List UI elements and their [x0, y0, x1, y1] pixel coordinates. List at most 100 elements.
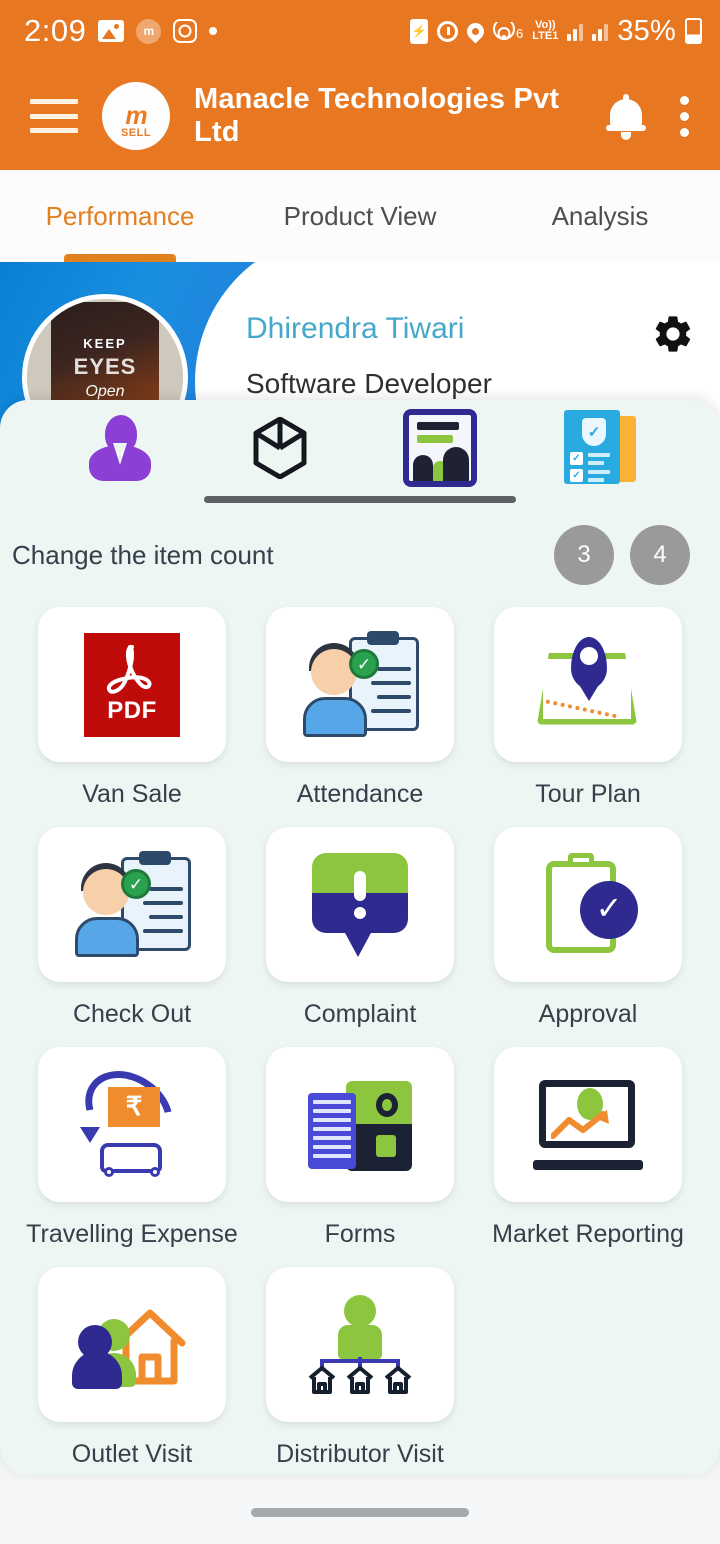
- laptop-chart-icon: [533, 1079, 643, 1170]
- app-tile-card: PDF: [38, 607, 226, 762]
- app-tile-check-out[interactable]: ✓ Check Out: [18, 827, 246, 1029]
- item-count-label: Change the item count: [12, 539, 274, 570]
- app-tile-card: [494, 1047, 682, 1202]
- id-card-people-icon: [403, 409, 477, 487]
- signal-bars-2-icon: [592, 21, 609, 41]
- app-tile-label: Attendance: [296, 780, 424, 808]
- app-tile-van-sale[interactable]: PDF Van Sale: [18, 607, 246, 809]
- app-tile-label: Tour Plan: [535, 780, 641, 808]
- profile-role: Software Developer: [246, 368, 492, 399]
- status-time: 2:09: [24, 13, 87, 48]
- signal-bars-icon: [567, 21, 584, 41]
- tab-product-view[interactable]: Product View: [240, 170, 480, 262]
- volte-bottom-label: LTE1: [532, 30, 559, 42]
- volte-icon: Vo)) LTE1: [532, 20, 558, 42]
- app-tile-card: [494, 607, 682, 762]
- app-tile-tour-plan[interactable]: Tour Plan: [474, 607, 702, 809]
- avatar-poster-line1: KEEP: [83, 335, 127, 351]
- category-tasks[interactable]: ✓ ✓ ✓: [520, 410, 680, 486]
- map-pin-icon: [533, 636, 643, 733]
- category-row: ✓ ✓ ✓: [0, 400, 720, 496]
- pdf-icon: PDF: [84, 632, 180, 737]
- app-tile-card: [266, 827, 454, 982]
- app-grid: PDF Van Sale ✓ Attendance Tour Plan ✓ Ch…: [0, 585, 720, 1469]
- tab-performance[interactable]: Performance: [0, 170, 240, 262]
- app-tile-label: Distributor Visit: [276, 1440, 444, 1468]
- app-tile-approval[interactable]: ✓ Approval: [474, 827, 702, 1029]
- app-tile-label: Complaint: [303, 1000, 417, 1028]
- approval-clipboard-check-icon: ✓: [538, 852, 638, 957]
- app-bar: m SELL Manacle Technologies Pvt Ltd: [0, 62, 720, 170]
- wifi-generation-label: 6: [516, 26, 524, 41]
- android-nav-bar: [0, 1480, 720, 1544]
- app-tile-label: Travelling Expense: [26, 1220, 238, 1248]
- tab-analysis[interactable]: Analysis: [480, 170, 720, 262]
- home-gesture-pill[interactable]: [251, 1507, 469, 1517]
- complaint-bubble-icon: [312, 852, 408, 957]
- app-tile-label: Market Reporting: [492, 1220, 684, 1248]
- avatar-poster-line3: Open: [85, 382, 125, 400]
- attendance-person-clipboard-icon: ✓: [301, 630, 419, 737]
- app-tile-label: Forms: [324, 1220, 396, 1248]
- item-count-row: Change the item count 3 4: [0, 503, 720, 585]
- app-tile-card: ✓: [266, 607, 454, 762]
- app-tile-forms[interactable]: Forms: [246, 1047, 474, 1249]
- app-tile-card: [266, 1047, 454, 1202]
- tab-bar: Performance Product View Analysis: [0, 170, 720, 262]
- item-count-option-3[interactable]: 3: [554, 525, 614, 585]
- kebab-menu-icon[interactable]: [680, 95, 690, 137]
- app-tile-card: [38, 1267, 226, 1422]
- category-product[interactable]: [200, 416, 360, 480]
- cube-icon: [252, 416, 308, 480]
- logo-mark-label: m: [125, 102, 147, 130]
- bell-icon[interactable]: [606, 94, 646, 140]
- pdf-label: PDF: [107, 696, 157, 724]
- profile-name: Dhirendra Tiwari: [246, 312, 465, 345]
- app-tile-attendance[interactable]: ✓ Attendance: [246, 607, 474, 809]
- item-count-option-4[interactable]: 4: [630, 525, 690, 585]
- hamburger-menu-icon[interactable]: [30, 99, 78, 133]
- bottom-sheet: ✓ ✓ ✓ Change the item count 3 4 PDF Van S…: [0, 400, 720, 1475]
- distributor-hierarchy-icon: [306, 1294, 414, 1395]
- app-tile-complaint[interactable]: Complaint: [246, 827, 474, 1029]
- app-tile-card: ✓: [38, 827, 226, 982]
- gear-icon[interactable]: [651, 312, 695, 356]
- app-tile-distributor-visit[interactable]: Distributor Visit: [246, 1267, 474, 1469]
- battery-percent-label: 35%: [617, 14, 676, 47]
- app-tile-outlet-visit[interactable]: Outlet Visit: [18, 1267, 246, 1469]
- person-icon: [89, 415, 151, 481]
- app-tile-card: [266, 1267, 454, 1422]
- drag-handle[interactable]: [204, 496, 516, 503]
- checklist-document-icon: ✓ ✓ ✓: [564, 410, 636, 486]
- photos-icon: [98, 20, 125, 42]
- category-person[interactable]: [40, 415, 200, 481]
- app-tile-travelling-expense[interactable]: ₹ Travelling Expense: [18, 1047, 246, 1249]
- person-house-icon: [72, 1297, 188, 1393]
- app-tile-label: Check Out: [72, 1000, 192, 1028]
- alarm-icon: [437, 20, 459, 42]
- app-tile-label: Outlet Visit: [71, 1440, 193, 1468]
- app-tile-card: ✓: [494, 827, 682, 982]
- status-bar-left: 2:09 m: [24, 13, 410, 49]
- logo-sub-label: SELL: [120, 127, 152, 139]
- battery-saver-icon: [410, 18, 429, 44]
- app-tile-label: Approval: [538, 1000, 638, 1028]
- dot-indicator-icon: [209, 27, 218, 35]
- forms-documents-icon: [308, 1075, 412, 1175]
- app-tile-card: ₹: [38, 1047, 226, 1202]
- status-bar: 2:09 m 6 Vo)) LTE1 35%: [0, 0, 720, 62]
- app-logo: m SELL: [102, 82, 170, 150]
- app-title: Manacle Technologies Pvt Ltd: [194, 83, 560, 148]
- checkout-person-clipboard-icon: ✓: [73, 850, 191, 957]
- wifi-icon: 6: [493, 22, 523, 40]
- battery-icon: [685, 18, 702, 44]
- instagram-icon: [173, 19, 198, 43]
- category-team[interactable]: [360, 409, 520, 487]
- app-tile-label: Van Sale: [82, 780, 182, 808]
- app-tile-market-reporting[interactable]: Market Reporting: [474, 1047, 702, 1249]
- location-icon: [463, 18, 488, 44]
- app-badge-icon: m: [136, 18, 162, 44]
- avatar-poster-line2: EYES: [73, 353, 137, 379]
- status-bar-right: 6 Vo)) LTE1 35%: [410, 15, 702, 48]
- rupee-car-icon: ₹: [69, 1054, 189, 1177]
